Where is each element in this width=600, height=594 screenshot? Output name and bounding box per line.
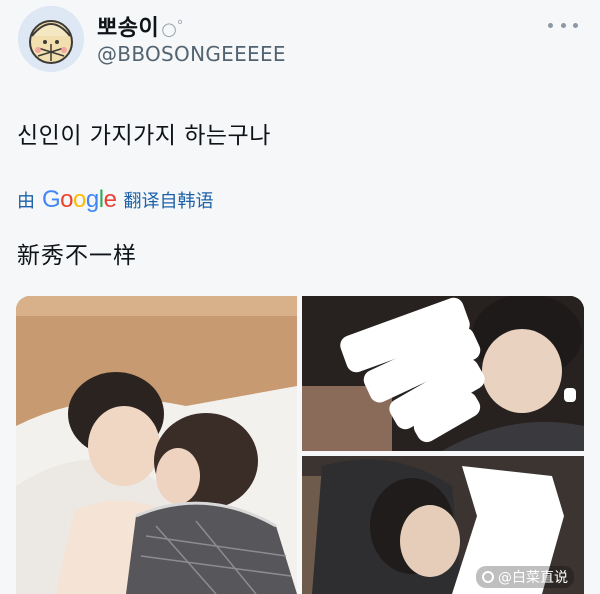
watermark: @白菜直说 bbox=[476, 566, 574, 588]
photo-top-right[interactable] bbox=[302, 296, 584, 451]
more-options-icon[interactable] bbox=[548, 18, 578, 32]
display-name-text[interactable]: 뽀송이 bbox=[97, 16, 159, 41]
tweet-text: 신인이 가지가지 하는구나 bbox=[17, 123, 271, 149]
name-decoration: ○゜ bbox=[161, 19, 196, 40]
photo-bottom-right[interactable]: @白菜直说 bbox=[302, 456, 584, 594]
photo-main[interactable] bbox=[16, 296, 297, 594]
translated-text: 新秀不一样 bbox=[17, 243, 137, 269]
watermark-text: @白菜直说 bbox=[498, 570, 568, 586]
translation-suffix: 翻译自韩语 bbox=[123, 191, 214, 212]
avatar[interactable] bbox=[18, 6, 84, 72]
media-grid: @白菜直说 bbox=[16, 296, 584, 594]
watermark-icon bbox=[482, 571, 494, 583]
display-name[interactable]: 뽀송이 ○゜ bbox=[97, 10, 196, 42]
user-handle[interactable]: @BBOSONGEEEEE bbox=[97, 42, 286, 66]
google-logo: Google bbox=[42, 186, 117, 213]
translation-prefix: 由 bbox=[17, 191, 35, 212]
translation-attribution[interactable]: 由 Google 翻译自韩语 bbox=[17, 186, 213, 214]
tweet-card: 뽀송이 ○゜ @BBOSONGEEEEE 신인이 가지가지 하는구나 由 Goog… bbox=[0, 0, 600, 594]
